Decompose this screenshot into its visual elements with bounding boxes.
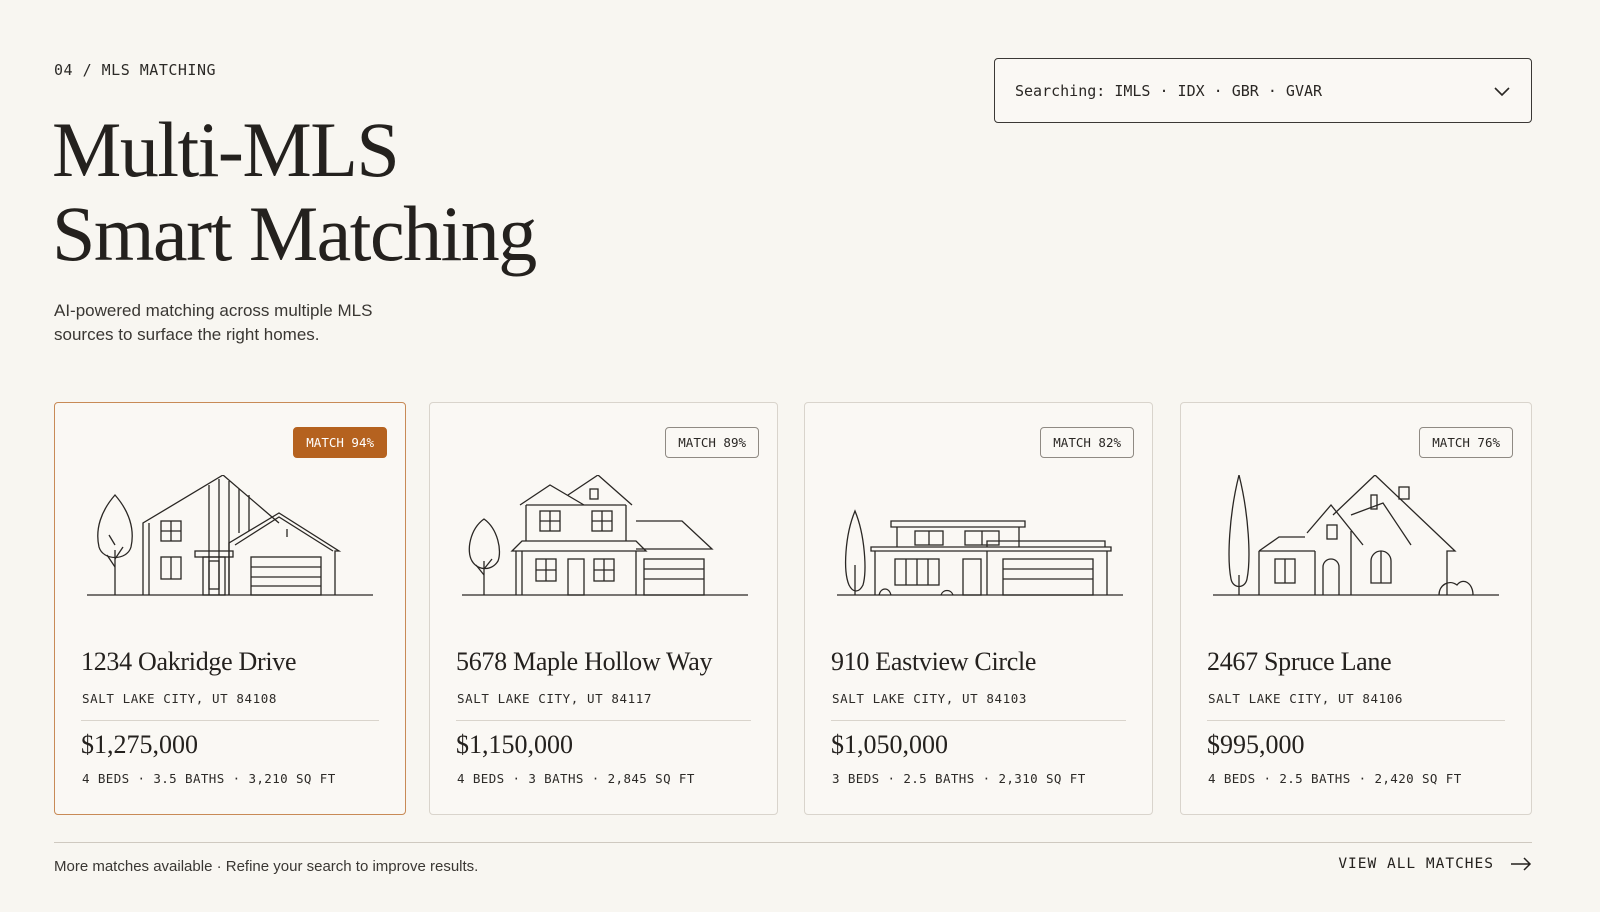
match-badge: MATCH 76% (1419, 427, 1513, 458)
house-illustration (1211, 475, 1501, 615)
listing-specs: 3 BEDS · 2.5 BATHS · 2,310 SQ FT (832, 771, 1086, 786)
footer-note: More matches available · Refine your sea… (54, 858, 479, 875)
chevron-down-icon (1494, 86, 1510, 96)
mls-source-dropdown[interactable]: Searching: IMLS · IDX · GBR · GVAR (994, 58, 1532, 123)
view-all-matches-link[interactable]: VIEW ALL MATCHES (1338, 856, 1532, 872)
listing-city: SALT LAKE CITY, UT 84103 (832, 691, 1028, 706)
card-divider (831, 720, 1126, 721)
page-subtitle: AI-powered matching across multiple MLS … (54, 301, 373, 344)
footer-divider (54, 842, 1532, 843)
view-all-label: VIEW ALL MATCHES (1338, 856, 1494, 872)
listing-address: 2467 Spruce Lane (1207, 647, 1392, 676)
listing-cards: MATCH 94% 1234 Oakridge Drive SALT LAKE … (54, 402, 1532, 815)
listing-specs: 4 BEDS · 3 BATHS · 2,845 SQ FT (457, 771, 695, 786)
listing-card[interactable]: MATCH 89% 5678 Maple Hollow Way SALT LAK… (429, 402, 778, 815)
listing-address: 1234 Oakridge Drive (81, 647, 297, 676)
house-illustration (460, 475, 750, 615)
mls-source-label: Searching: IMLS · IDX · GBR · GVAR (1015, 81, 1323, 100)
listing-city: SALT LAKE CITY, UT 84117 (457, 691, 653, 706)
listing-city: SALT LAKE CITY, UT 84108 (82, 691, 278, 706)
card-divider (456, 720, 751, 721)
page-title-line-1: Multi-MLS (52, 106, 400, 193)
card-divider (81, 720, 379, 721)
listing-price: $1,275,000 (81, 730, 198, 759)
listing-specs: 4 BEDS · 3.5 BATHS · 3,210 SQ FT (82, 771, 336, 786)
house-illustration (85, 475, 375, 615)
listing-card[interactable]: MATCH 94% 1234 Oakridge Drive SALT LAKE … (54, 402, 406, 815)
listing-address: 910 Eastview Circle (831, 647, 1037, 676)
listing-city: SALT LAKE CITY, UT 84106 (1208, 691, 1404, 706)
listing-price: $1,050,000 (831, 730, 948, 759)
page-title: Multi-MLS Smart Matching (52, 106, 537, 277)
listing-price: $995,000 (1207, 730, 1305, 759)
section-eyebrow: 04 / MLS MATCHING (54, 61, 217, 79)
arrow-right-icon (1511, 857, 1532, 871)
match-badge: MATCH 89% (665, 427, 759, 458)
listing-specs: 4 BEDS · 2.5 BATHS · 2,420 SQ FT (1208, 771, 1462, 786)
listing-address: 5678 Maple Hollow Way (456, 647, 713, 676)
match-badge: MATCH 94% (293, 427, 387, 458)
listing-card[interactable]: MATCH 82% 910 Eastview Circle SALT LAKE … (804, 402, 1153, 815)
card-divider (1207, 720, 1505, 721)
page-title-line-2: Smart Matching (52, 190, 537, 277)
match-badge: MATCH 82% (1040, 427, 1134, 458)
listing-price: $1,150,000 (456, 730, 573, 759)
listing-card[interactable]: MATCH 76% 2467 Spruce Lane SALT LAKE CIT… (1180, 402, 1532, 815)
house-illustration (835, 475, 1125, 615)
